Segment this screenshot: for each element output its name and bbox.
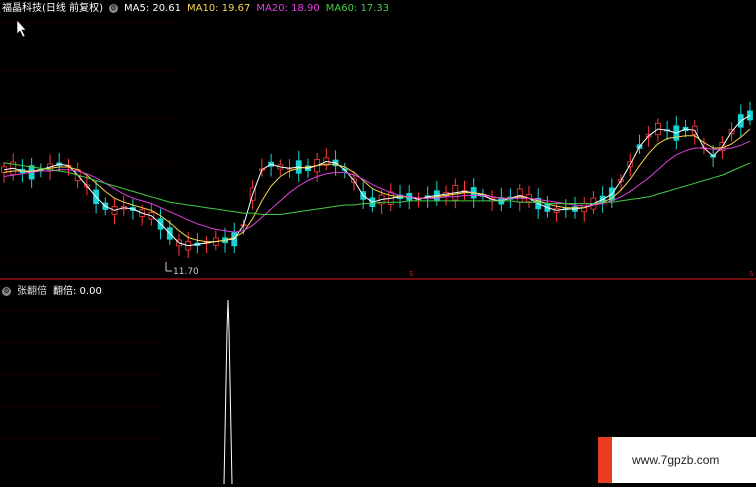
indicator-title[interactable]: 张翻倍	[17, 286, 47, 297]
low-price-label: 11.70	[173, 267, 199, 277]
ma60-label: MA60: 17.33	[325, 3, 390, 14]
indicator-value: 翻倍: 0.00	[53, 286, 102, 297]
settings-gear-icon[interactable]: ⚙	[108, 3, 118, 13]
ma5-label: MA5: 20.61	[123, 3, 181, 14]
ma-line-ma5	[3, 114, 751, 247]
sub-panel-grid	[0, 310, 160, 440]
chart-stage: 11.70 S S	[0, 19, 756, 485]
ma20-label: MA20: 18.90	[256, 3, 320, 14]
indicator-spike	[223, 299, 233, 485]
moving-average-lines	[3, 114, 751, 247]
main-legend: 福晶科技(日线 前复权) ⚙ MA5: 20.61 MA10: 19.67 MA20: …	[2, 2, 395, 15]
watermark-url: www.7gpzb.com	[632, 453, 720, 467]
ma10-label: MA10: 19.67	[187, 3, 251, 14]
indicator-gear-icon[interactable]: ⚙	[2, 286, 11, 296]
main-panel-grid	[0, 22, 176, 260]
multiplier-indicator-series	[223, 299, 233, 485]
candlestick-series	[1, 101, 753, 259]
stock-title[interactable]: 福晶科技(日线 前复权)	[2, 3, 103, 14]
sub-legend: ⚙ 张翻倍 翻倍: 0.00	[2, 285, 108, 298]
mouse-cursor-icon	[16, 19, 27, 38]
axis-marker-s-left: S	[409, 270, 414, 278]
low-price-marker: 11.70	[165, 262, 199, 277]
axis-marker-s-right: S	[749, 270, 754, 278]
watermark-logo-icon	[598, 437, 612, 483]
